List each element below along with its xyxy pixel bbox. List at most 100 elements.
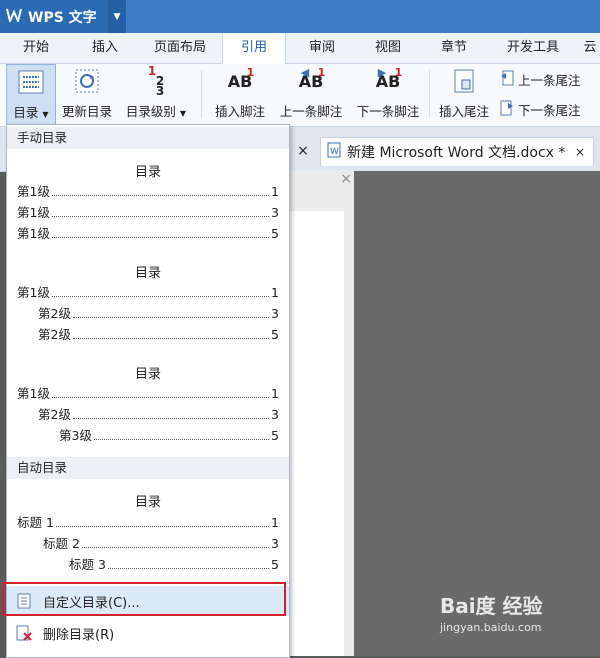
toc-line: 标题 3 5 <box>69 554 279 573</box>
baidu-watermark: Bai度 经验 jingyan.baidu.com <box>440 590 543 634</box>
level-num-3: 3 <box>155 84 165 98</box>
toc-line: 第2级 3 <box>38 303 279 322</box>
toc-line-page: 5 <box>271 327 279 342</box>
close-icon[interactable]: × <box>340 171 352 187</box>
toc-line-page: 3 <box>271 536 279 551</box>
title-bar: WPS 文字 ▼ <box>0 0 600 33</box>
toc-line: 第2级 5 <box>38 324 279 343</box>
delete-toc-menu-item[interactable]: 删除目录(R) <box>7 618 289 648</box>
app-dropdown-icon[interactable]: ▼ <box>108 0 126 33</box>
tab-insert[interactable]: 插入 <box>78 33 132 63</box>
toc-line: 第1级 1 <box>17 181 279 200</box>
insert-footnote-label: 插入脚注 <box>214 104 265 119</box>
watermark-url: jingyan.baidu.com <box>440 621 542 634</box>
tab-chapter[interactable]: 章节 <box>428 33 480 63</box>
arrow-right-icon: ▶ <box>377 66 387 79</box>
insert-endnote-button[interactable]: 插入尾注 <box>434 64 494 124</box>
tab-view[interactable]: 视图 <box>362 33 414 63</box>
prev-endnote-icon <box>500 70 514 89</box>
toc-line-text: 第1级 <box>17 386 50 401</box>
refresh-toc-icon <box>73 64 101 98</box>
toc-line-page: 1 <box>271 515 279 530</box>
footnote-num: 1 <box>246 66 255 79</box>
ribbon-panel: 目录 ▼ 更新目录 1 2 3 目录级别 ▼ AB 1 插入脚注 ◀ AB 1 … <box>0 64 600 127</box>
toc-button-label: 目录 <box>13 105 39 120</box>
toc-line-text: 标题 3 <box>69 557 106 572</box>
toc-line-text: 标题 1 <box>17 515 54 530</box>
toc-line-page: 1 <box>271 285 279 300</box>
next-endnote-button[interactable]: 下一条尾注 <box>500 100 581 119</box>
tab-references[interactable]: 引用 <box>222 33 286 64</box>
document-page[interactable] <box>288 211 344 656</box>
delete-toc-label: 删除目录(R) <box>43 627 115 643</box>
toc-line-page: 5 <box>271 557 279 572</box>
toc-line: 第1级 5 <box>17 223 279 242</box>
toc-line-page: 3 <box>271 407 279 422</box>
tab-review[interactable]: 审阅 <box>296 33 348 63</box>
wps-logo-icon <box>6 8 22 26</box>
toc-line-text: 第1级 <box>17 205 50 220</box>
footnote-num: 1 <box>394 66 403 79</box>
toc-line-page: 3 <box>271 306 279 321</box>
toc-line: 标题 2 3 <box>43 533 279 552</box>
toc-line-text: 第2级 <box>38 327 71 342</box>
toc-line-text: 第2级 <box>38 407 71 422</box>
svg-text:W: W <box>330 147 339 157</box>
app-menu-button[interactable]: WPS 文字 <box>0 0 108 33</box>
tab-cloud[interactable]: 云 <box>580 33 600 63</box>
toc-line-text: 第3级 <box>59 428 92 443</box>
toc-line: 第2级 3 <box>38 404 279 423</box>
insert-footnote-icon: AB 1 <box>228 64 255 98</box>
toc-level-button[interactable]: 1 2 3 目录级别 ▼ <box>122 64 190 124</box>
insert-endnote-label: 插入尾注 <box>438 104 489 119</box>
toc-line: 第1级 3 <box>17 202 279 221</box>
next-endnote-icon <box>500 100 514 119</box>
update-toc-button[interactable]: 更新目录 <box>58 64 116 124</box>
app-title: WPS 文字 <box>28 9 97 26</box>
toc-line-page: 5 <box>271 226 279 241</box>
prev-endnote-button[interactable]: 上一条尾注 <box>500 70 581 89</box>
chevron-down-icon: ▼ <box>179 109 187 118</box>
tab-developer[interactable]: 开发工具 <box>500 33 566 63</box>
toc-line: 第1级 1 <box>17 282 279 301</box>
toc-line-text: 标题 2 <box>43 536 80 551</box>
delete-document-icon <box>15 624 33 642</box>
toc-sample-title: 目录 <box>134 165 161 180</box>
document-tab-title: 新建 Microsoft Word 文档.docx * <box>347 145 566 161</box>
toc-icon <box>17 65 45 99</box>
close-icon: × <box>297 143 309 159</box>
highlight-annotation-box <box>2 582 286 616</box>
toc-line-page: 3 <box>271 205 279 220</box>
close-icon[interactable]: × <box>575 145 585 159</box>
prev-endnote-label: 上一条尾注 <box>518 73 581 88</box>
close-tab-button[interactable]: × <box>288 137 318 165</box>
document-canvas: × <box>288 171 354 656</box>
next-footnote-label: 下一条脚注 <box>356 104 420 119</box>
prev-footnote-button[interactable]: ◀ AB 1 上一条脚注 <box>276 64 346 124</box>
insert-endnote-icon <box>452 64 476 98</box>
toc-button[interactable]: 目录 ▼ <box>6 64 56 126</box>
tab-page-layout[interactable]: 页面布局 <box>146 33 214 63</box>
next-footnote-icon: ▶ AB 1 <box>376 64 403 98</box>
watermark-brand: Bai度 经验 <box>440 594 543 618</box>
tab-home[interactable]: 开始 <box>10 33 62 63</box>
footnote-num: 1 <box>317 66 326 79</box>
toc-line-text: 第1级 <box>17 226 50 241</box>
toc-sample-title: 目录 <box>134 367 161 382</box>
document-tab[interactable]: W 新建 Microsoft Word 文档.docx * × <box>320 137 594 166</box>
toc-level-icon: 1 2 3 <box>148 64 164 98</box>
toc-line: 标题 1 1 <box>17 512 279 531</box>
next-footnote-button[interactable]: ▶ AB 1 下一条脚注 <box>352 64 424 124</box>
ribbon-separator <box>201 70 202 118</box>
auto-toc-header: 自动目录 <box>7 457 289 479</box>
document-icon: W <box>327 142 341 162</box>
toc-level-label: 目录级别 <box>125 104 176 119</box>
ribbon-separator <box>429 70 430 118</box>
arrow-left-icon: ◀ <box>300 66 310 79</box>
toc-line-page: 1 <box>271 386 279 401</box>
toc-dropdown-menu: 手动目录 目录 第1级 1 第1级 3 第1级 5 目录 第1级 1 第2级 3 第2级 5… <box>6 124 290 658</box>
insert-footnote-button[interactable]: AB 1 插入脚注 <box>208 64 272 124</box>
level-num-1: 1 <box>147 64 157 78</box>
toc-line: 第3级 5 <box>59 425 279 444</box>
toc-sample-title: 目录 <box>134 495 161 510</box>
